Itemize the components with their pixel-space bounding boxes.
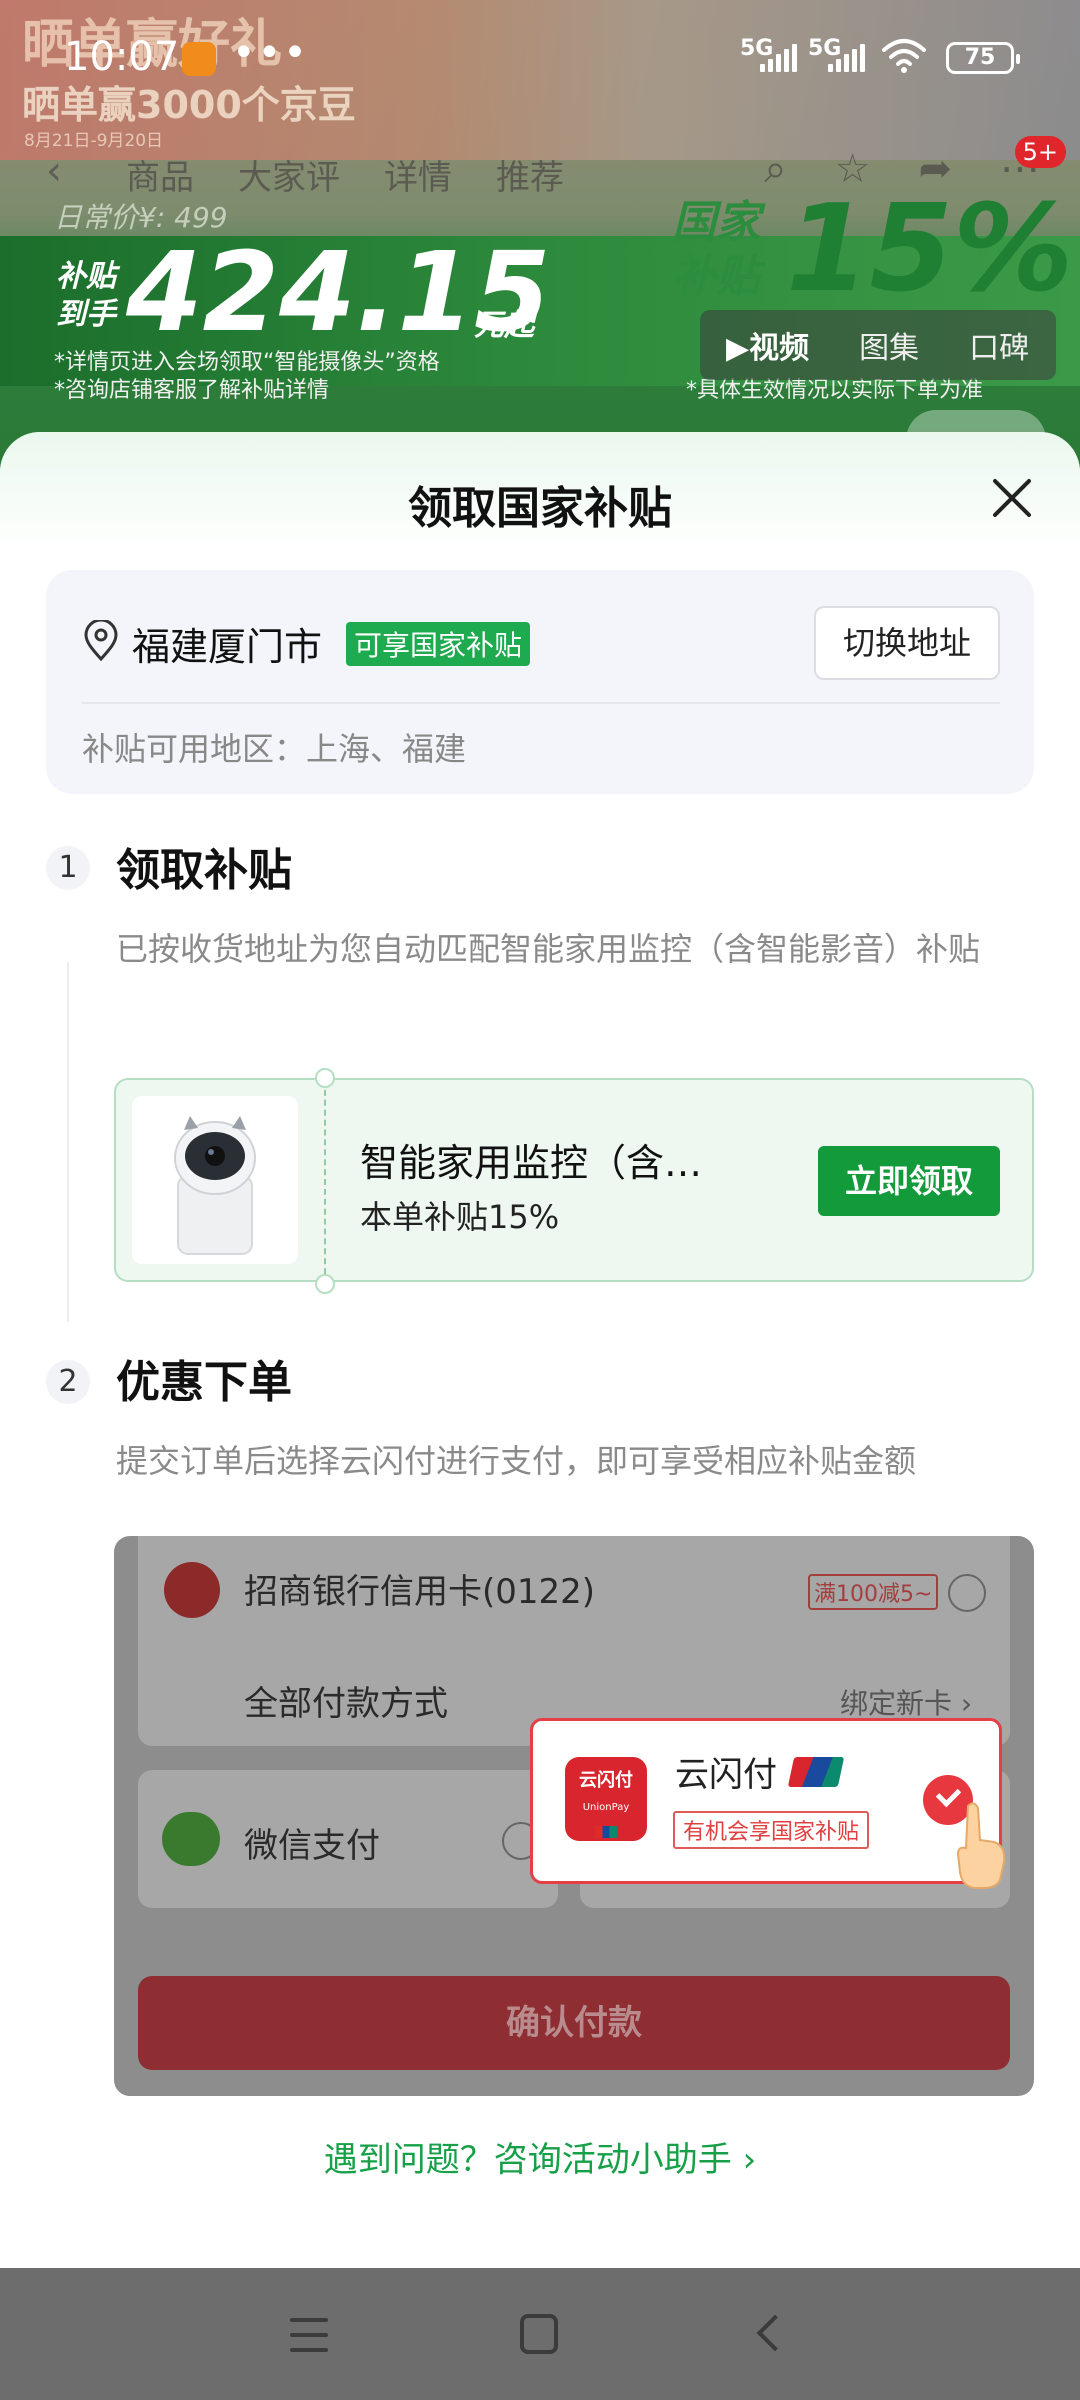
bank-promo-tag: 满100减5~ bbox=[808, 1574, 939, 1610]
help-link[interactable]: 遇到问题？咨询活动小助手 › bbox=[0, 2132, 1080, 2181]
pointing-hand-icon bbox=[956, 1802, 1006, 1889]
unionpay-logo-text: 云闪付 bbox=[579, 1770, 633, 1791]
tab-video[interactable]: ▶视频 bbox=[726, 323, 809, 367]
coupon-divider bbox=[324, 1080, 326, 1284]
coupon-rate: 本单补贴15% bbox=[360, 1198, 560, 1236]
step-description: 已按收货地址为您自动匹配智能家用监控（含智能影音）补贴 bbox=[116, 930, 981, 968]
promo-date: 8月21日-9月20日 bbox=[24, 131, 164, 151]
subsidy-label: 补贴到手 bbox=[56, 259, 116, 332]
product-thumbnail bbox=[132, 1096, 298, 1264]
bank-logo-icon bbox=[164, 1562, 220, 1618]
coupon-notch bbox=[315, 1068, 335, 1088]
step-number: 1 bbox=[46, 846, 90, 890]
subsidy-eligible-tag: 可享国家补贴 bbox=[346, 622, 531, 666]
bank-card-label: 招商银行信用卡(0122) bbox=[244, 1572, 596, 1612]
tab-gallery[interactable]: 图集 bbox=[859, 323, 919, 367]
step-title: 领取补贴 bbox=[116, 845, 292, 896]
coupon-notch bbox=[315, 1274, 335, 1294]
tab-details[interactable]: 详情 bbox=[384, 150, 452, 199]
subsidy-coupon: 智能家用监控（含… 本单补贴15% 立即领取 bbox=[114, 1068, 1034, 1294]
back-icon[interactable]: ‹ bbox=[46, 148, 62, 194]
unionpay-badge-icon bbox=[787, 1757, 845, 1787]
close-icon[interactable] bbox=[990, 476, 1034, 520]
unionpay-name: 云闪付 bbox=[675, 1755, 777, 1795]
status-bar: 10:07 ••• 5G 5G 75 bbox=[0, 0, 1080, 110]
price-unit: 元起 bbox=[474, 308, 534, 343]
tab-recommend[interactable]: 推荐 bbox=[496, 150, 564, 199]
divider bbox=[82, 702, 1000, 704]
search-icon[interactable]: ⌕ bbox=[764, 146, 786, 192]
message-badge: 5+ bbox=[1014, 136, 1066, 168]
subsidy-sheet: 领取国家补贴 福建厦门市 可享国家补贴 切换地址 补贴可用地区：上海、福建 1 … bbox=[0, 432, 1080, 2268]
unionpay-subsidy-note: 有机会享国家补贴 bbox=[673, 1811, 870, 1849]
national-subsidy-label: 国家补贴 bbox=[672, 197, 760, 302]
unionpay-logo-subtext: UnionPay bbox=[582, 1802, 630, 1813]
sheet-title: 领取国家补贴 bbox=[408, 483, 672, 534]
step-connector bbox=[67, 962, 69, 1322]
coupon-category: 智能家用监控（含… bbox=[360, 1141, 703, 1185]
bind-new-card: 绑定新卡 › bbox=[840, 1687, 973, 1720]
unionpay-logo-icon: 云闪付 UnionPay bbox=[565, 1757, 647, 1841]
tab-reviews[interactable]: 大家评 bbox=[238, 150, 340, 199]
app-notification-icon bbox=[182, 42, 216, 76]
step-title: 优惠下单 bbox=[116, 1357, 292, 1408]
unionpay-option: 云闪付 UnionPay 云闪付 有机会享国家补贴 bbox=[530, 1718, 1002, 1884]
wechat-pay-icon bbox=[162, 1812, 220, 1866]
wifi-icon bbox=[882, 39, 926, 73]
available-regions: 补贴可用地区：上海、福建 bbox=[82, 730, 467, 768]
home-icon[interactable] bbox=[520, 2314, 558, 2354]
step-number: 2 bbox=[46, 1360, 90, 1404]
step-description: 提交订单后选择云闪付进行支付，即可享受相应补贴金额 bbox=[116, 1442, 917, 1480]
location-pin-icon bbox=[84, 620, 118, 662]
signal-icon bbox=[760, 44, 797, 72]
address-card: 福建厦门市 可享国家补贴 切换地址 补贴可用地区：上海、福建 bbox=[46, 570, 1034, 794]
product-tabs: 商品 大家评 详情 推荐 bbox=[126, 150, 564, 199]
promo-note: *咨询店铺客服了解补贴详情 bbox=[54, 378, 330, 403]
battery-icon: 75 bbox=[946, 42, 1020, 74]
recent-apps-icon[interactable] bbox=[290, 2318, 328, 2352]
tab-word-of-mouth[interactable]: 口碑 bbox=[969, 323, 1029, 367]
tab-goods[interactable]: 商品 bbox=[126, 150, 194, 199]
claim-subsidy-button[interactable]: 立即领取 bbox=[818, 1146, 1000, 1216]
camera-image bbox=[174, 1116, 256, 1255]
signal-icon bbox=[828, 44, 865, 72]
radio-button bbox=[948, 1574, 986, 1612]
subsidy-percent: 15% bbox=[786, 180, 1074, 319]
address-city: 福建厦门市 bbox=[132, 625, 323, 669]
wechat-pay-label: 微信支付 bbox=[244, 1826, 380, 1866]
switch-address-button[interactable]: 切换地址 bbox=[814, 606, 1000, 680]
back-nav-icon[interactable] bbox=[756, 2314, 794, 2352]
more-notifications-icon: ••• bbox=[232, 30, 309, 76]
system-nav-bar bbox=[0, 2268, 1080, 2400]
all-payment-methods: 全部付款方式 bbox=[244, 1684, 448, 1724]
clock: 10:07 bbox=[64, 34, 180, 80]
confirm-payment-button: 确认付款 bbox=[138, 1976, 1010, 2070]
media-tabs: ▶视频 图集 口碑 bbox=[700, 310, 1056, 380]
